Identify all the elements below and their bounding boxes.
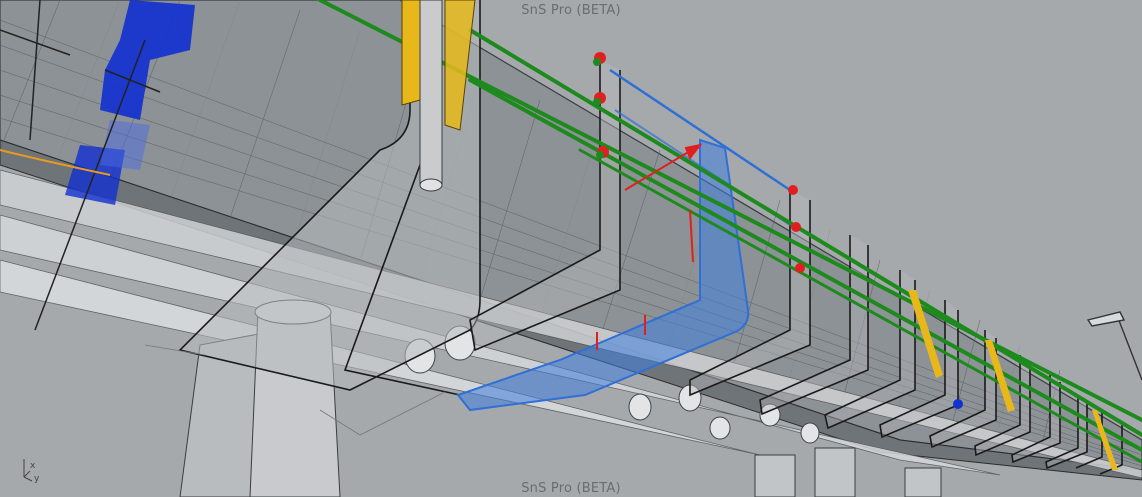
3d-viewport[interactable]: SnS Pro (BETA) SnS Pro (BETA) x y [0,0,1142,497]
viewport-title-top: SnS Pro (BETA) [521,3,621,18]
pipe-rack-scene[interactable] [0,0,1142,497]
vertical-pipe[interactable] [419,0,443,192]
axis-x-label: x [30,461,36,471]
viewport-title-bottom: SnS Pro (BETA) [521,481,621,496]
axis-y-label: y [34,474,40,484]
light-pole [1086,311,1142,381]
